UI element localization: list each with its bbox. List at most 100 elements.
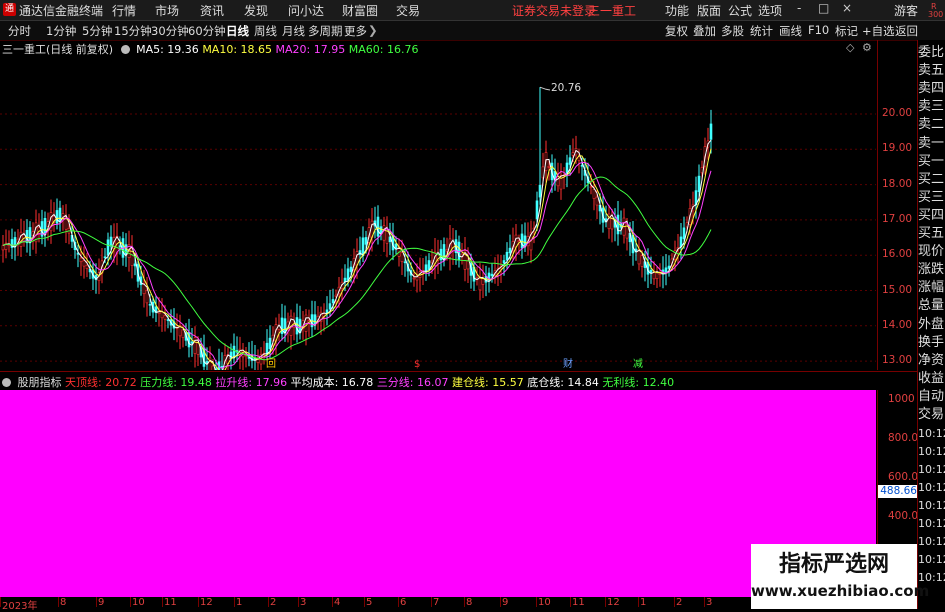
sidebar-item[interactable]: 换手 <box>918 334 945 352</box>
date-tick: 1 <box>640 597 647 608</box>
indicator-name[interactable]: 股朋指标 <box>18 376 62 389</box>
candle-body <box>181 329 185 338</box>
sidebar-item[interactable]: 买三 <box>918 189 945 207</box>
candle-body <box>19 231 23 247</box>
indicator-line-7: 无利线: 12.40 <box>602 376 675 389</box>
candle-body <box>145 290 149 304</box>
maximize-button[interactable]: □ <box>818 1 829 15</box>
indicator-panel[interactable] <box>0 390 876 597</box>
settings-icon[interactable] <box>120 45 130 54</box>
menu-trade[interactable]: 交易 <box>396 2 420 19</box>
sidebar-item[interactable]: 买五 <box>918 225 945 243</box>
ma10-label: MA10: 18.65 <box>202 43 273 56</box>
sidebar-item[interactable]: 收益 <box>918 370 945 388</box>
sidebar-item[interactable]: 涨跌 <box>918 261 945 279</box>
sidebar-item[interactable]: 买四 <box>918 207 945 225</box>
adjust-button[interactable]: 复权 <box>665 23 688 39</box>
period-toolbar: 分时 1分钟 5分钟 15分钟 30分钟 60分钟 日线 周线 月线 多周期 更… <box>0 21 945 41</box>
indicator-line-6: 底仓线: 14.84 <box>527 376 599 389</box>
mark-button[interactable]: 标记 <box>835 23 858 39</box>
candle-body <box>85 264 89 269</box>
sidebar-item[interactable]: 总量 <box>918 297 945 315</box>
candle-body <box>478 276 482 291</box>
add-favorite-button[interactable]: +自选 <box>862 23 895 39</box>
date-tick: 9 <box>502 597 509 608</box>
candle-body <box>517 240 521 243</box>
date-tick: 3 <box>706 597 713 608</box>
date-tick-mark <box>674 597 675 607</box>
menu-ask[interactable]: 问小达 <box>288 2 324 19</box>
menu-wealth[interactable]: 财富圈 <box>342 2 378 19</box>
tab-60min[interactable]: 60分钟 <box>188 23 226 39</box>
sidebar-item[interactable]: 买一 <box>918 153 945 171</box>
candle-body <box>481 277 485 285</box>
indicator-tick: 400.0 <box>888 510 919 522</box>
trade-login-alert[interactable]: 证券交易未登录 <box>512 2 596 19</box>
menu-quotes[interactable]: 行情 <box>112 2 136 19</box>
tab-weekly[interactable]: 周线 <box>254 23 277 39</box>
candle-body <box>58 207 62 222</box>
guest-label[interactable]: 游客 <box>894 2 918 19</box>
sidebar-item[interactable]: 卖一 <box>918 135 945 153</box>
menu-function[interactable]: 功能 <box>665 2 689 19</box>
minimize-button[interactable]: - <box>797 1 801 15</box>
candle-body <box>466 260 470 270</box>
candle-body <box>106 239 110 256</box>
tab-15min[interactable]: 15分钟 <box>114 23 152 39</box>
gear-icon[interactable]: ⚙ <box>862 41 872 54</box>
tab-multi-period[interactable]: 多周期 <box>308 23 343 39</box>
sidebar-item[interactable]: 现价 <box>918 243 945 261</box>
price-axis: 20.00 19.00 18.00 17.00 16.00 15.00 14.00 13.00 <box>877 40 918 370</box>
menu-market[interactable]: 市场 <box>155 2 179 19</box>
more-chevron-icon[interactable]: ❯ <box>368 23 378 37</box>
close-button[interactable]: × <box>842 1 852 15</box>
draw-line-button[interactable]: 画线 <box>779 23 802 39</box>
candlestick-chart[interactable]: 20.7612.38回$财减 <box>0 40 876 370</box>
tab-1min[interactable]: 1分钟 <box>46 23 76 39</box>
indicator-settings-icon[interactable] <box>2 378 11 387</box>
multi-stock-button[interactable]: 多股 <box>721 23 744 39</box>
sidebar-item[interactable]: 交易 <box>918 406 945 424</box>
sidebar-item[interactable]: 卖五 <box>918 62 945 80</box>
sidebar-item[interactable]: 卖二 <box>918 116 945 134</box>
menu-layout[interactable]: 版面 <box>697 2 721 19</box>
sidebar-item[interactable]: 委比 <box>918 44 945 62</box>
tab-monthly[interactable]: 月线 <box>282 23 305 39</box>
sidebar-item[interactable]: 净资 <box>918 352 945 370</box>
menu-news[interactable]: 资讯 <box>200 2 224 19</box>
candle-body <box>538 184 542 198</box>
tab-5min[interactable]: 5分钟 <box>82 23 112 39</box>
tab-minute[interactable]: 分时 <box>8 23 31 39</box>
price-tick: 14.00 <box>882 318 913 331</box>
overlay-button[interactable]: 叠加 <box>693 23 716 39</box>
sidebar-item[interactable]: 卖三 <box>918 98 945 116</box>
date-tick: 4 <box>334 597 341 608</box>
date-tick: 5 <box>366 597 373 608</box>
candle-body <box>508 247 512 254</box>
menu-discover[interactable]: 发现 <box>244 2 268 19</box>
sidebar-item[interactable]: 涨幅 <box>918 279 945 297</box>
title-bar: 通 通达信金融终端 行情 市场 资讯 发现 问小达 财富圈 交易 证券交易未登录… <box>0 0 945 21</box>
candle-body <box>400 252 404 262</box>
candle-body <box>313 314 317 325</box>
sidebar-item[interactable]: 自动 <box>918 388 945 406</box>
candle-body <box>163 315 167 320</box>
statistics-button[interactable]: 统计 <box>750 23 773 39</box>
diamond-icon[interactable]: ◇ <box>846 41 854 54</box>
f10-button[interactable]: F10 <box>808 23 829 37</box>
sidebar-item[interactable]: 卖四 <box>918 80 945 98</box>
menu-options[interactable]: 选项 <box>758 2 782 19</box>
tab-more[interactable]: 更多 <box>344 23 367 39</box>
tab-daily[interactable]: 日线 <box>226 23 249 39</box>
candle-body <box>427 260 431 270</box>
price-tick: 16.00 <box>882 248 913 261</box>
date-tick-mark <box>96 597 97 607</box>
back-button[interactable]: 返回 <box>895 23 918 39</box>
candle-body <box>490 273 494 277</box>
sidebar-item[interactable]: 买二 <box>918 171 945 189</box>
menu-formula[interactable]: 公式 <box>728 2 752 19</box>
tab-30min[interactable]: 30分钟 <box>151 23 189 39</box>
sidebar-item[interactable]: 外盘 <box>918 316 945 334</box>
indicator-tick: 800.0 <box>888 432 919 444</box>
date-tick: 3 <box>300 597 307 608</box>
